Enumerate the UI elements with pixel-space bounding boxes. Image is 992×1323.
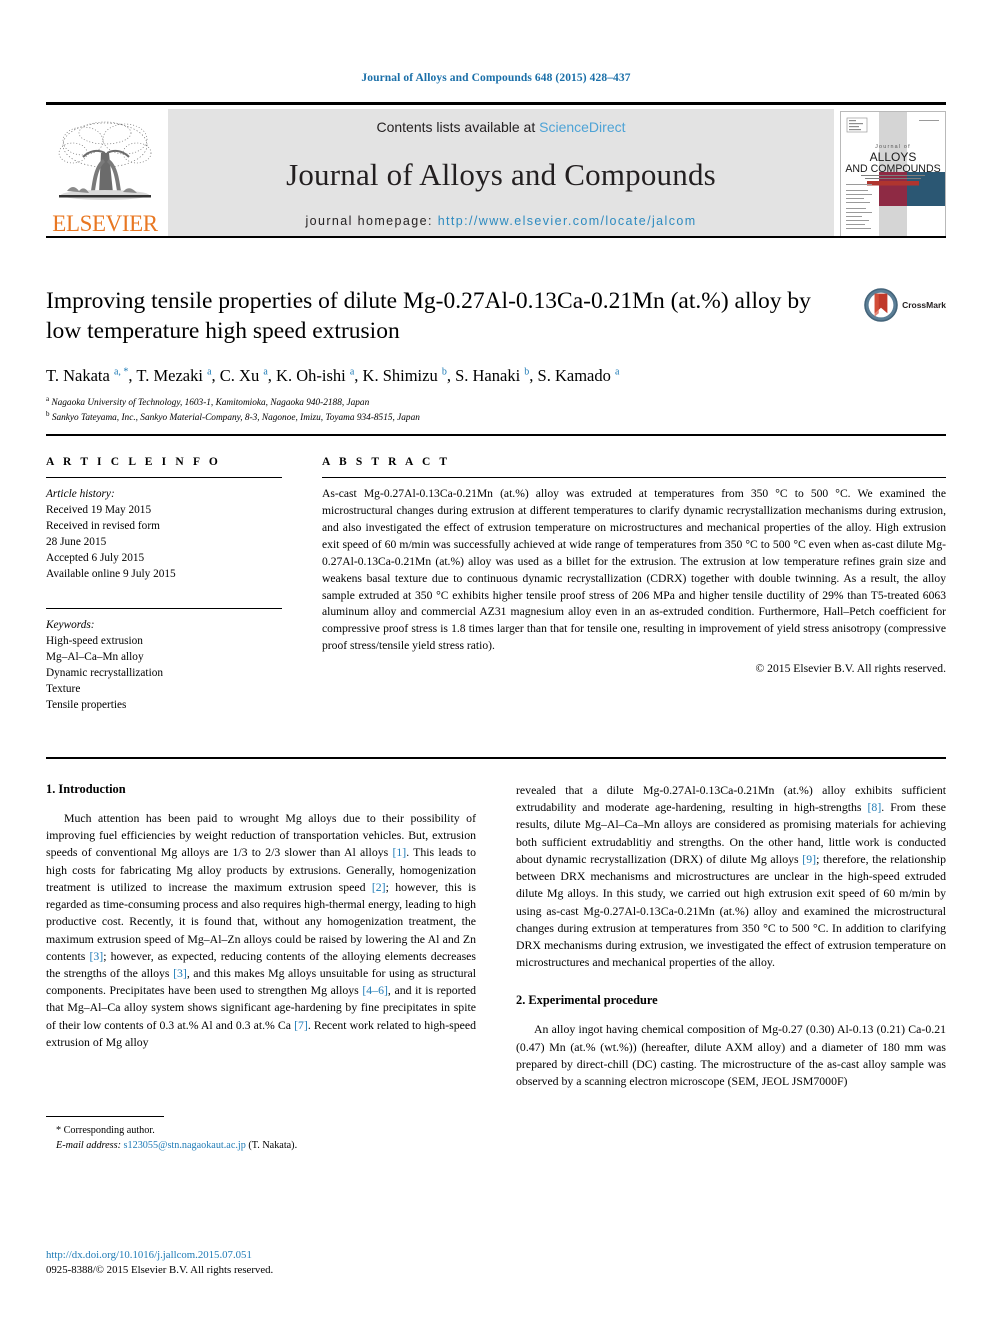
abstract-rule [322,477,946,478]
abstract-text: As-cast Mg-0.27Al-0.13Ca-0.21Mn (at.%) a… [322,487,946,653]
keywords-block: Keywords: High-speed extrusion Mg–Al–Ca–… [46,608,282,713]
elsevier-logo: ELSEVIER [46,109,164,237]
affiliation-text: Nagaoka University of Technology, 1603-1… [51,397,370,408]
history-line: Accepted 6 July 2015 [46,552,145,565]
elsevier-tree-icon [58,121,152,200]
article-info-column: A R T I C L E I N F O Article history: R… [46,456,282,713]
affiliation-mark: b [46,409,50,418]
section-heading-introduction: 1. Introduction [46,782,126,796]
intro-paragraph-1: Much attention has been paid to wrought … [46,811,476,1049]
email-note: E-mail address: s123055@stn.nagaokaut.ac… [46,1139,476,1154]
keyword-item: Tensile properties [46,699,127,712]
history-line: Received 19 May 2015 [46,504,152,517]
history-line: Received in revised form [46,520,160,533]
svg-text:ALLOYS: ALLOYS [870,150,917,164]
keyword-item: Dynamic recrystallization [46,667,164,680]
info-and-abstract: A R T I C L E I N F O Article history: R… [46,456,946,713]
body-column-right: revealed that a dilute Mg-0.27Al-0.13Ca-… [516,782,946,1090]
keyword-item: Mg–Al–Ca–Mn alloy [46,651,144,664]
email-label: E-mail address: [56,1139,121,1151]
article-info-heading: A R T I C L E I N F O [46,456,221,468]
abstract-bottom-rule [46,757,946,759]
journal-masthead: ELSEVIER Contents lists available at Sci… [46,102,946,237]
page-title: Improving tensile properties of dilute M… [46,288,811,345]
crossmark-icon [864,288,898,322]
section-heading-experimental: 2. Experimental procedure [516,993,658,1008]
intro-paragraph-2: revealed that a dilute Mg-0.27Al-0.13Ca-… [516,783,947,970]
paper-page: Journal of Alloys and Compounds 648 (201… [0,0,992,1323]
masthead-bottom-rule [46,236,946,238]
history-line: Available online 9 July 2015 [46,568,176,581]
sciencedirect-link[interactable]: ScienceDirect [539,119,625,135]
footer-block: http://dx.doi.org/10.1016/j.jallcom.2015… [46,1248,476,1278]
keyword-item: High-speed extrusion [46,635,143,648]
abstract-column: A B S T R A C T As-cast Mg-0.27Al-0.13Ca… [322,456,946,713]
running-head: Journal of Alloys and Compounds 648 (201… [361,72,631,84]
footnote-block: * Corresponding author. E-mail address: … [46,1116,476,1154]
article-history-label: Article history: [46,488,115,500]
journal-band: Contents lists available at ScienceDirec… [168,109,834,237]
homepage-url-link[interactable]: http://www.elsevier.com/locate/jalcom [438,214,697,228]
affiliation-item: b Sankyo Tateyama, Inc., Sankyo Material… [46,410,946,425]
elsevier-wordmark: ELSEVIER [52,211,158,236]
contents-list-line: Contents lists available at ScienceDirec… [376,119,625,135]
contents-prefix: Contents lists available at [376,119,540,135]
body-column-left: 1. Introduction Much attention has been … [46,782,476,1151]
history-line: 28 June 2015 [46,536,107,549]
corresponding-author-note: * Corresponding author. [56,1125,155,1136]
cover-art-icon: Journal of ALLOYS AND COMPOUNDS [841,112,945,236]
footnote-rule [46,1116,164,1117]
affiliation-mark: a [46,394,50,403]
title-block: Improving tensile properties of dilute M… [46,286,946,425]
journal-title: Journal of Alloys and Compounds [286,156,716,192]
experimental-paragraph-1: An alloy ingot having chemical compositi… [516,1022,946,1089]
crossmark-label: CrossMark [902,300,946,310]
keywords-label: Keywords: [46,619,95,632]
svg-text:AND COMPOUNDS: AND COMPOUNDS [845,163,940,175]
crossmark-badge[interactable]: CrossMark [864,288,946,322]
keywords-rule [46,608,282,610]
abstract-copyright: © 2015 Elsevier B.V. All rights reserved… [755,662,946,676]
abstract-heading: A B S T R A C T [322,456,451,468]
author-list: T. Nakata a, *, T. Mezaki a, C. Xu a, K.… [46,366,620,386]
keyword-item: Texture [46,683,81,696]
title-bottom-rule [46,434,946,436]
affiliation-text: Sankyo Tateyama, Inc., Sankyo Material-C… [51,412,420,423]
journal-homepage-line: journal homepage: http://www.elsevier.co… [305,214,696,228]
email-suffix: (T. Nakata). [248,1139,298,1151]
doi-link[interactable]: http://dx.doi.org/10.1016/j.jallcom.2015… [46,1248,476,1263]
body-columns: 1. Introduction Much attention has been … [46,782,946,1151]
issn-copyright: 0925-8388/© 2015 Elsevier B.V. All right… [46,1264,274,1277]
email-link[interactable]: s123055@stn.nagaokaut.ac.jp [124,1140,246,1151]
affiliation-item: a Nagaoka University of Technology, 1603… [46,395,946,410]
homepage-prefix: journal homepage: [305,214,438,228]
article-info-rule [46,477,282,478]
journal-cover-thumbnail: Journal of ALLOYS AND COMPOUNDS [840,111,946,237]
affiliation-list: a Nagaoka University of Technology, 1603… [46,395,946,426]
